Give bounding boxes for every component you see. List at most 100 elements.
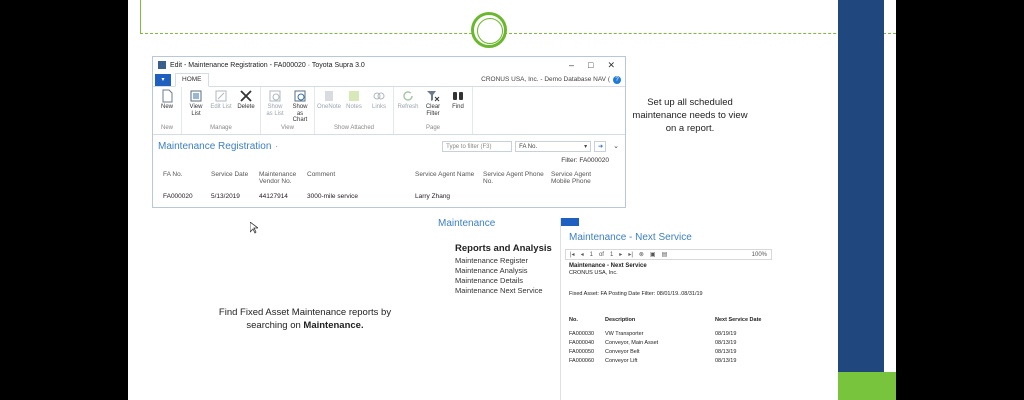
delete-label: Delete	[237, 104, 255, 110]
show-as-list-button[interactable]: Show as List	[264, 89, 286, 125]
filter-field-value: FA No.	[519, 143, 538, 150]
show-as-chart-button[interactable]: Show as Chart	[289, 89, 311, 125]
report-cell: FA000040	[569, 340, 595, 346]
note-left: Find Fixed Asset Maintenance reports by …	[200, 306, 410, 332]
tab-home[interactable]: HOME	[175, 73, 209, 87]
next-page-icon[interactable]: ▸	[619, 251, 622, 258]
report-company: CRONUS USA, Inc.	[569, 270, 618, 276]
collapse-chevron-icon[interactable]: ⌄	[613, 142, 619, 150]
edit-list-button[interactable]: Edit List	[210, 89, 232, 125]
onenote-label: OneNote	[317, 104, 342, 110]
report-row: FA000060 Conveyor Lift 08/13/19	[569, 357, 776, 366]
report-cell: Conveyor Lift	[605, 358, 638, 364]
first-page-icon[interactable]: |◂	[570, 251, 575, 258]
column-header[interactable]: FA No.	[163, 171, 211, 191]
column-header[interactable]: Service Agent Mobile Phone	[551, 171, 601, 191]
new-button[interactable]: New	[156, 89, 178, 125]
file-menu-button[interactable]: ▾	[155, 73, 171, 86]
ribbon-tabs: ▾ HOME CRONUS USA, Inc. - Demo Database …	[153, 73, 625, 87]
report-row: FA000050 Conveyor Belt 08/13/19	[569, 348, 776, 357]
export-icon[interactable]: ▤	[662, 251, 668, 258]
report-cell: FA000030	[569, 331, 595, 337]
onenote-icon	[325, 91, 333, 101]
report-row: FA000040 Conveyor, Main Asset 08/13/19	[569, 339, 776, 348]
zoom-level[interactable]: 100%	[752, 252, 767, 258]
divider-vertical	[140, 0, 141, 34]
table-cell: FA000020	[163, 192, 193, 200]
minimize-button[interactable]: –	[569, 60, 574, 71]
refresh-label: Refresh	[397, 104, 419, 110]
report-col-header: Description	[605, 317, 636, 323]
report-cell: VW Transporter	[605, 331, 644, 337]
group-label-show-attached: Show Attached	[333, 125, 375, 131]
table-cell: 3000-mile service	[307, 192, 358, 200]
find-button[interactable]: Find	[447, 89, 469, 125]
column-header[interactable]: Service Date	[211, 171, 259, 191]
report-app-tab	[561, 218, 579, 226]
view-list-icon	[190, 90, 202, 102]
page-total: 1	[609, 251, 614, 258]
report-cell: 08/13/19	[715, 340, 737, 346]
chevron-down-icon: ▾	[584, 143, 588, 150]
edit-list-icon	[215, 90, 227, 102]
column-header[interactable]: Service Agent Phone No.	[483, 171, 551, 191]
delete-icon	[240, 90, 252, 102]
filter-info: Filter: FA000020	[561, 157, 609, 164]
table-cell: 44127914	[259, 192, 288, 200]
report-cell: 08/13/19	[715, 358, 737, 364]
help-icon[interactable]: ?	[613, 75, 621, 84]
stop-icon[interactable]: ⊗	[639, 251, 644, 258]
ribbon-group-new: New New	[153, 87, 182, 134]
close-button[interactable]: ✕	[607, 60, 615, 71]
delete-button[interactable]: Delete	[235, 89, 257, 125]
refresh-icon	[403, 91, 413, 101]
ribbon: New New View List Edit List Delete Manag…	[153, 87, 625, 135]
report-table-header: No. Description Next Service Date	[569, 302, 776, 324]
report-cell: 08/13/19	[715, 349, 737, 355]
refresh-button[interactable]: Refresh	[397, 89, 419, 125]
column-header[interactable]: Maintenance Vendor No.	[259, 171, 307, 191]
page-title-dot: ·	[275, 141, 279, 151]
filter-input[interactable]: Type to filter (F3)	[442, 140, 513, 152]
clear-filter-icon	[427, 91, 440, 102]
table-row[interactable]: FA000020 5/13/2019 44127914 3000-mile se…	[153, 191, 625, 201]
filter-field-select[interactable]: FA No. ▾	[515, 140, 592, 152]
group-label-page: Page	[425, 125, 440, 131]
table-cell: Larry Zhang	[415, 192, 451, 200]
table-header: FA No. Service Date Maintenance Vendor N…	[153, 171, 625, 191]
notes-button[interactable]: Notes	[343, 89, 365, 125]
company-label: CRONUS USA, Inc. - Demo Database NAV ( ?	[481, 75, 625, 84]
report-toolbar: |◂ ◂ 1 of 1 ▸ ▸| ⊗ ▣ ▤ 100%	[565, 249, 772, 260]
company-name: CRONUS USA, Inc. - Demo Database NAV (	[481, 76, 610, 83]
links-button[interactable]: Links	[368, 89, 390, 125]
ribbon-group-view: Show as List Show as Chart View	[261, 87, 315, 134]
clear-filter-button[interactable]: Clear Filter	[422, 89, 444, 125]
page-number-input[interactable]: 1	[590, 252, 593, 258]
page-header: Maintenance Registration · Type to filte…	[153, 135, 625, 157]
links-icon	[373, 92, 385, 100]
page-title: Maintenance Registration	[158, 140, 272, 152]
notes-label: Notes	[346, 104, 362, 110]
prev-page-icon[interactable]: ◂	[581, 251, 584, 258]
links-label: Links	[371, 104, 386, 110]
report-row: FA000030 VW Transporter 08/19/19	[569, 330, 776, 339]
show-chart-label: Show as Chart	[292, 104, 308, 123]
apply-filter-arrow-icon[interactable]: ➔	[594, 140, 607, 152]
slide: Edit - Maintenance Registration - FA0000…	[128, 0, 896, 400]
onenote-button[interactable]: OneNote	[317, 89, 342, 125]
print-icon[interactable]: ▣	[650, 251, 656, 258]
page-of-label: of	[598, 251, 604, 258]
group-label-new: New	[160, 125, 173, 131]
maximize-button[interactable]: □	[588, 60, 593, 71]
view-list-button[interactable]: View List	[185, 89, 207, 125]
column-header[interactable]: Service Agent Name	[415, 171, 483, 191]
new-document-icon	[162, 89, 173, 103]
table-cell: 5/13/2019	[211, 192, 240, 200]
report-title: Maintenance - Next Service	[569, 263, 647, 269]
report-col-header: No.	[569, 317, 578, 323]
report-preview-window: Maintenance - Next Service |◂ ◂ 1 of 1 ▸…	[560, 218, 776, 400]
ribbon-group-show-attached: OneNote Notes Links Show Attached	[315, 87, 394, 134]
last-page-icon[interactable]: ▸|	[628, 251, 633, 258]
note-left-bold: Maintenance.	[303, 320, 364, 331]
column-header[interactable]: Comment	[307, 171, 415, 191]
